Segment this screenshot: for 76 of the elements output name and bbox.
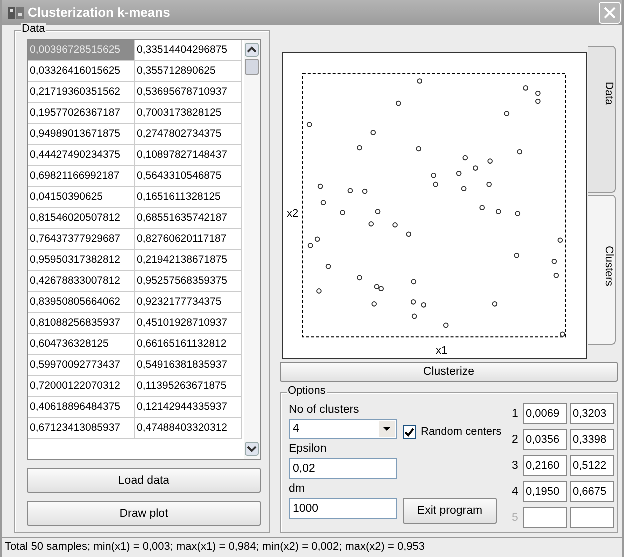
center-index: 1 bbox=[512, 408, 520, 420]
center-index: 5 bbox=[512, 512, 520, 524]
exit-button[interactable]: Exit program bbox=[403, 498, 497, 524]
table-cell[interactable]: 0,355712890625 bbox=[135, 61, 242, 82]
center-field[interactable]: 0,0069 bbox=[523, 403, 567, 424]
group-title: Data bbox=[21, 23, 46, 35]
center-field[interactable]: 0,3203 bbox=[570, 403, 614, 424]
table-cell[interactable]: 0,04150390625 bbox=[28, 187, 135, 208]
tab[interactable]: Data bbox=[588, 46, 616, 194]
table-cell[interactable]: 0,33514404296875 bbox=[135, 40, 242, 61]
scrollbar[interactable] bbox=[244, 40, 260, 460]
center-field[interactable]: 0,2160 bbox=[523, 455, 567, 476]
center-field[interactable]: 0,3398 bbox=[570, 429, 614, 450]
table-cell[interactable]: 0,76437377929687 bbox=[28, 229, 135, 250]
table-cell[interactable]: 0,2747802734375 bbox=[135, 124, 242, 145]
center-index: 3 bbox=[512, 460, 520, 472]
close-icon bbox=[604, 6, 616, 18]
table-cell[interactable]: 0,21719360351562 bbox=[28, 82, 135, 103]
table-cell[interactable]: 0,19577026367187 bbox=[28, 103, 135, 124]
table-cell[interactable]: 0,21942138671875 bbox=[135, 250, 242, 271]
table-cell[interactable]: 0,44427490234375 bbox=[28, 145, 135, 166]
table-cell[interactable]: 0,94989013671875 bbox=[28, 124, 135, 145]
checkbox[interactable] bbox=[403, 425, 416, 439]
center-index: 4 bbox=[512, 486, 520, 498]
table-cell[interactable]: 0,9232177734375 bbox=[135, 292, 242, 313]
table-cell[interactable]: 0,81546020507812 bbox=[28, 208, 135, 229]
table-cell[interactable]: 0,1651611328125 bbox=[135, 187, 242, 208]
tab[interactable]: Clusters bbox=[588, 195, 616, 345]
axis-label: x2 bbox=[287, 208, 299, 220]
table-cell[interactable]: 0,54916381835937 bbox=[135, 355, 242, 376]
table-cell[interactable]: 0,68551635742187 bbox=[135, 208, 242, 229]
table-cell[interactable]: 0,42678833007812 bbox=[28, 271, 135, 292]
center-index: 2 bbox=[512, 434, 520, 446]
epsilon-field[interactable]: 0,02 bbox=[289, 458, 397, 479]
table-cell[interactable]: 0,95257568359375 bbox=[135, 271, 242, 292]
close-button[interactable] bbox=[599, 2, 621, 24]
field-label: No of clusters bbox=[289, 404, 360, 416]
table-cell[interactable]: 0,5643310546875 bbox=[135, 166, 242, 187]
field-label: Epsilon bbox=[289, 443, 328, 455]
table-cell[interactable]: 0,10897827148437 bbox=[135, 145, 242, 166]
table-cell[interactable]: 0,604736328125 bbox=[28, 334, 135, 355]
clusterize-button[interactable]: Clusterize bbox=[280, 362, 618, 382]
table-cell[interactable]: 0,45101928710937 bbox=[135, 313, 242, 334]
window-title: Clusterization k-means bbox=[28, 5, 172, 20]
group-title: Options bbox=[287, 385, 327, 397]
scroll-thumb[interactable] bbox=[245, 59, 259, 75]
table-cell[interactable]: 0,82760620117187 bbox=[135, 229, 242, 250]
scroll-up-icon[interactable] bbox=[245, 43, 259, 57]
axis-label: x1 bbox=[436, 345, 448, 357]
table-cell[interactable]: 0,12142944335937 bbox=[135, 397, 242, 418]
table-cell[interactable]: 0,7003173828125 bbox=[135, 103, 242, 124]
table-cell[interactable]: 0,03326416015625 bbox=[28, 61, 135, 82]
table-cell[interactable]: 0,83950805664062 bbox=[28, 292, 135, 313]
table-cell[interactable]: 0,81088256835937 bbox=[28, 313, 135, 334]
center-field[interactable]: 0,5122 bbox=[570, 455, 614, 476]
table-cell[interactable]: 0,95950317382812 bbox=[28, 250, 135, 271]
table-cell[interactable]: 0,59970092773437 bbox=[28, 355, 135, 376]
table-cell[interactable]: 0,40618896484375 bbox=[28, 397, 135, 418]
dm-field[interactable]: 1000 bbox=[289, 498, 397, 519]
table-cell[interactable]: 0,53695678710937 bbox=[135, 82, 242, 103]
clusters-dropdown[interactable]: 4 bbox=[289, 419, 397, 439]
table-cell[interactable]: 0,67123413085937 bbox=[28, 418, 135, 439]
field-label: dm bbox=[289, 483, 306, 495]
center-field[interactable]: 0,0356 bbox=[523, 429, 567, 450]
checkbox-label: Random centers bbox=[421, 426, 502, 438]
table-cell[interactable]: 0,47488403320312 bbox=[135, 418, 242, 439]
table-cell[interactable]: 0,69821166992187 bbox=[28, 166, 135, 187]
app-icon bbox=[8, 6, 24, 20]
action-button[interactable]: Draw plot bbox=[27, 501, 261, 526]
table-cell[interactable]: 0,72000122070312 bbox=[28, 376, 135, 397]
scroll-down-icon[interactable] bbox=[245, 442, 259, 456]
action-button[interactable]: Load data bbox=[27, 468, 261, 494]
center-field[interactable]: 0,1950 bbox=[523, 481, 567, 502]
center-field[interactable]: 0,6675 bbox=[570, 481, 614, 502]
table-cell[interactable]: 0,66165161132812 bbox=[135, 334, 242, 355]
table-cell[interactable]: 0,11395263671875 bbox=[135, 376, 242, 397]
